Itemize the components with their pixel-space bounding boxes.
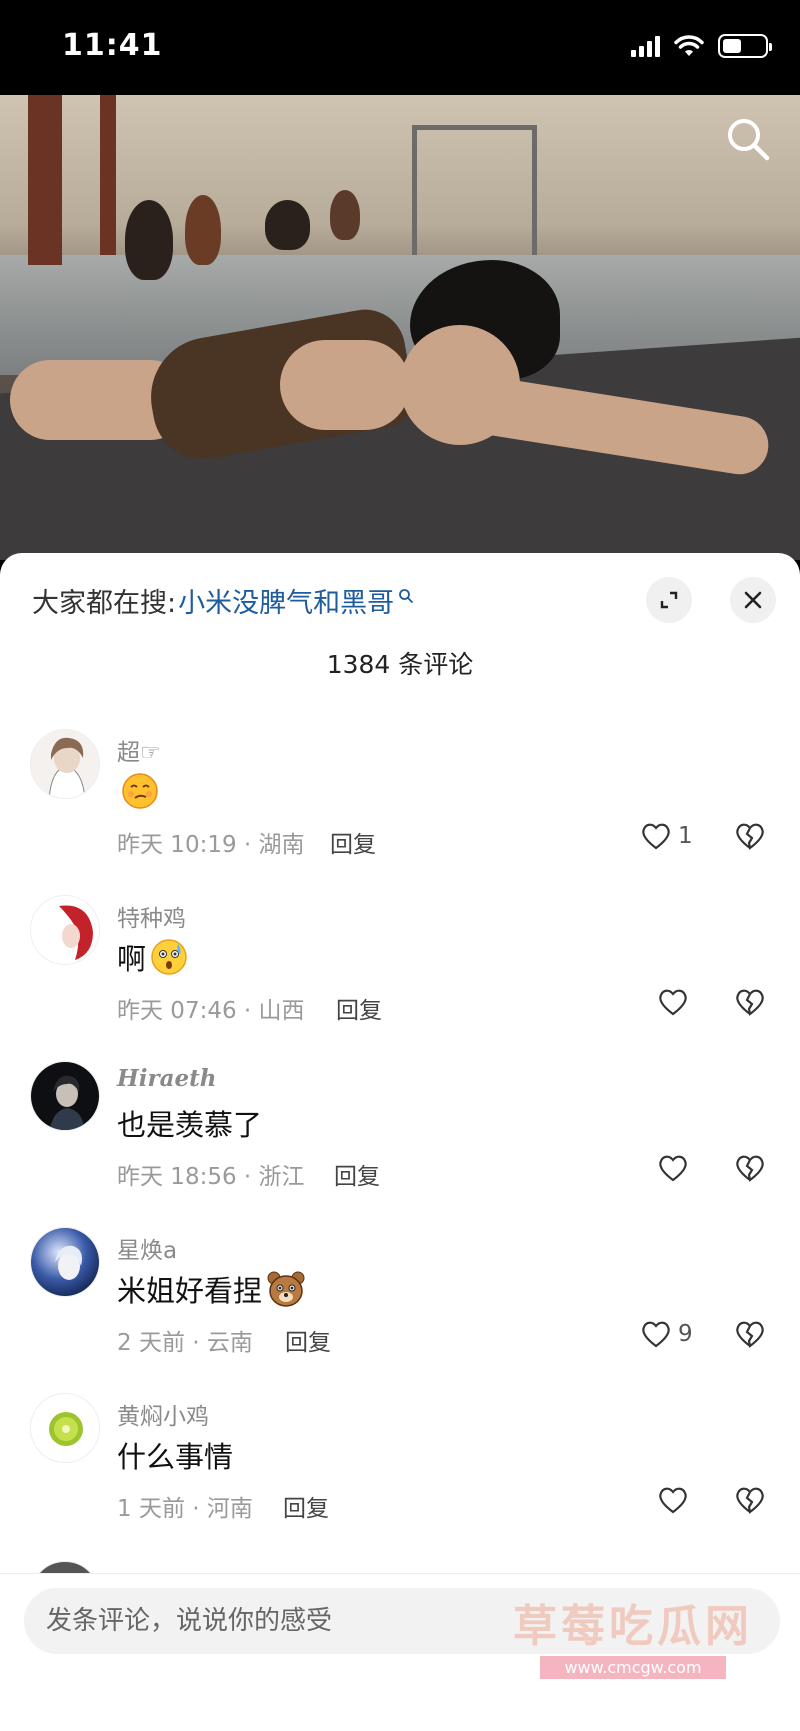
bear-emoji-icon <box>267 1271 305 1307</box>
broken-heart-icon <box>736 1321 764 1348</box>
video-railing <box>412 125 537 255</box>
video-mast <box>28 95 62 265</box>
comment-meta: 1 天前 · 河南 <box>117 1496 253 1522</box>
trending-keyword[interactable]: 小米没脾气和黑哥 <box>178 581 394 620</box>
video-background-person <box>185 195 221 265</box>
comment-item: 特种鸡 啊 昨天 07:46 · 山西 回复 <box>0 895 800 1061</box>
comment-meta: 昨天 18:56 · 浙江 <box>117 1164 305 1190</box>
avatar[interactable] <box>30 1061 100 1131</box>
smirk-emoji-icon <box>122 773 158 809</box>
comment-username[interactable]: 黄焖小鸡 <box>117 1397 209 1431</box>
comment-input[interactable]: 发条评论，说说你的感受 <box>24 1588 780 1654</box>
like-button[interactable] <box>657 1153 689 1183</box>
comment-text: 啊 <box>117 937 188 977</box>
reply-button[interactable]: 回复 <box>336 991 382 1025</box>
expand-icon <box>660 591 678 609</box>
mini-search-icon <box>399 588 414 603</box>
video-background-person <box>265 200 310 250</box>
comment-meta: 昨天 07:46 · 山西 <box>117 998 305 1024</box>
reply-button[interactable]: 回复 <box>334 1157 380 1191</box>
reply-button[interactable]: 回复 <box>330 825 376 859</box>
cellular-signal-icon <box>631 35 660 57</box>
comment-meta: 2 天前 · 云南 <box>117 1330 253 1356</box>
video-person-shoulder <box>280 340 410 430</box>
like-button[interactable]: 1 <box>640 821 693 851</box>
dislike-button[interactable] <box>734 987 766 1021</box>
broken-heart-icon <box>736 1487 764 1514</box>
like-count: 9 <box>678 1321 693 1347</box>
comment-username[interactable]: Hiraeth <box>117 1065 216 1092</box>
dislike-button[interactable] <box>734 821 766 855</box>
comment-input-bar: 发条评论，说说你的感受 <box>0 1573 800 1731</box>
comment-text-content: 什么事情 <box>117 1440 234 1474</box>
trending-search[interactable]: 大家都在搜: 小米没脾气和黑哥 <box>32 581 414 620</box>
comment-text: 什么事情 <box>117 1435 233 1475</box>
avatar[interactable] <box>30 1227 100 1297</box>
heart-icon <box>642 1321 670 1348</box>
trending-prefix: 大家都在搜: <box>32 588 177 619</box>
heart-icon <box>642 823 670 850</box>
comment-item: 星焕a 米姐好看捏 2 天前 · 云南 回复 9 <box>0 1227 800 1393</box>
like-button[interactable] <box>657 987 689 1017</box>
reply-button[interactable]: 回复 <box>285 1323 331 1357</box>
comment-text: 也是羡慕了 <box>117 1103 262 1143</box>
comment-username[interactable]: 超☞ <box>117 733 161 767</box>
avatar[interactable] <box>30 895 100 965</box>
wifi-icon <box>674 35 704 56</box>
reply-button[interactable]: 回复 <box>283 1489 329 1523</box>
comment-username[interactable]: 特种鸡 <box>117 899 186 933</box>
comment-text: 米姐好看捏 <box>117 1269 306 1309</box>
heart-icon <box>659 1487 687 1514</box>
broken-heart-icon <box>736 1155 764 1182</box>
video-player[interactable] <box>0 95 800 560</box>
comment-text-content: 米姐好看捏 <box>117 1274 263 1308</box>
like-button[interactable] <box>657 1485 689 1515</box>
status-time: 11:41 <box>62 28 163 63</box>
comment-sheet: 大家都在搜: 小米没脾气和黑哥 1384 条评论 超☞ 昨天 10:19 · 湖… <box>0 553 800 1731</box>
comment-count: 1384 条评论 <box>326 650 474 679</box>
comment-item: 黄焖小鸡 什么事情 1 天前 · 河南 回复 <box>0 1393 800 1559</box>
comment-meta: 昨天 10:19 · 湖南 <box>117 832 305 858</box>
like-button[interactable]: 9 <box>640 1319 693 1349</box>
close-button[interactable] <box>730 577 776 623</box>
battery-icon <box>718 34 772 58</box>
comment-username[interactable]: 星焕a <box>117 1231 177 1265</box>
broken-heart-icon <box>736 823 764 850</box>
close-icon <box>744 591 762 609</box>
comment-item: Hiraeth 也是羡慕了 昨天 18:56 · 浙江 回复 <box>0 1061 800 1227</box>
comment-item: 超☞ 昨天 10:19 · 湖南 回复 1 <box>0 729 800 895</box>
dislike-button[interactable] <box>734 1153 766 1187</box>
like-count: 1 <box>678 823 693 849</box>
broken-heart-icon <box>736 989 764 1016</box>
comment-text <box>117 771 159 811</box>
cold-sweat-emoji-icon <box>151 939 187 975</box>
expand-button[interactable] <box>646 577 692 623</box>
video-background-person <box>330 190 360 240</box>
search-icon[interactable] <box>724 115 772 163</box>
avatar[interactable] <box>30 1393 100 1463</box>
comment-text-content: 啊 <box>117 942 147 976</box>
heart-icon <box>659 989 687 1016</box>
dislike-button[interactable] <box>734 1485 766 1519</box>
status-icons <box>631 34 772 58</box>
heart-icon <box>659 1155 687 1182</box>
comment-text-content: 也是羡慕了 <box>117 1108 263 1142</box>
dislike-button[interactable] <box>734 1319 766 1353</box>
avatar[interactable] <box>30 729 100 799</box>
status-bar: 11:41 <box>0 0 800 95</box>
video-background-person <box>125 200 173 280</box>
video-mast <box>100 95 116 255</box>
